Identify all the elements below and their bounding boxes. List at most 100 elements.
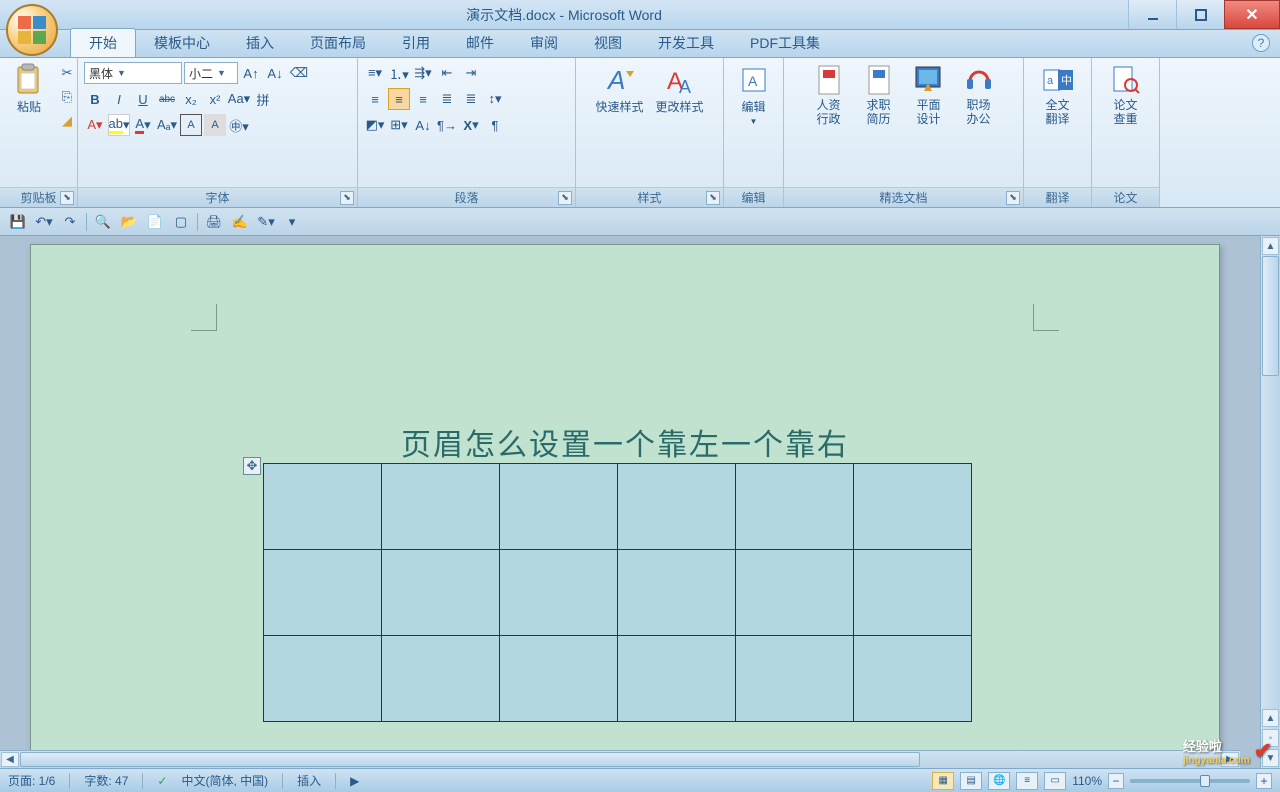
tab-templates[interactable]: 模板中心 xyxy=(136,29,228,57)
tab-home[interactable]: 开始 xyxy=(70,28,136,57)
qat-pen-button[interactable]: ✎▾ xyxy=(256,212,276,232)
qat-open-button[interactable]: 📂 xyxy=(119,212,139,232)
vertical-scrollbar[interactable]: ▲ ▲ ◦ ▼ xyxy=(1260,236,1280,768)
tab-dev[interactable]: 开发工具 xyxy=(640,29,732,57)
styles-launcher[interactable]: ⬊ xyxy=(706,191,720,205)
draft-view[interactable]: ▭ xyxy=(1044,772,1066,790)
zoom-value[interactable]: 110% xyxy=(1072,774,1102,788)
align-right-button[interactable]: ≡ xyxy=(412,88,434,110)
strike-button[interactable]: abc xyxy=(156,88,178,110)
h-scroll-thumb[interactable] xyxy=(20,752,920,767)
translate-button[interactable]: a中全文 翻译 xyxy=(1035,62,1081,129)
prev-page-button[interactable]: ▲ xyxy=(1262,709,1279,727)
decrease-indent-button[interactable]: ⇤ xyxy=(436,62,458,84)
phonetic-button[interactable]: 拼 xyxy=(252,88,274,110)
spell-check-icon[interactable]: ✓ xyxy=(157,774,167,788)
show-marks-button[interactable]: ¶ xyxy=(484,114,506,136)
char-scale-button[interactable]: Aₐ▾ xyxy=(156,114,178,136)
minimize-button[interactable] xyxy=(1128,0,1176,29)
grow-font-button[interactable]: A↑ xyxy=(240,62,262,84)
clipboard-launcher[interactable]: ⬊ xyxy=(60,191,74,205)
save-button[interactable]: 💾 xyxy=(8,212,28,232)
qat-blank-button[interactable]: ▢ xyxy=(171,212,191,232)
font-color-button[interactable]: A▾ xyxy=(132,114,154,136)
superscript-button[interactable]: x² xyxy=(204,88,226,110)
distribute-button[interactable]: ≣ xyxy=(460,88,482,110)
qat-brush-button[interactable]: ✍ xyxy=(230,212,250,232)
qat-print-button[interactable]: 🖨 xyxy=(204,212,224,232)
multilevel-button[interactable]: ⇶▾ xyxy=(412,62,434,84)
tab-references[interactable]: 引用 xyxy=(384,29,448,57)
font-size-combo[interactable]: 小二▼ xyxy=(184,62,238,84)
print-layout-view[interactable]: ▦ xyxy=(932,772,954,790)
text-effects-button[interactable]: A▾ xyxy=(84,114,106,136)
enclose-char-button[interactable]: ㊥▾ xyxy=(228,114,250,136)
font-name-combo[interactable]: 黑体▼ xyxy=(84,62,182,84)
bullets-button[interactable]: ≡▾ xyxy=(364,62,386,84)
paste-button[interactable]: 粘贴 xyxy=(6,62,52,117)
table-move-handle[interactable]: ✥ xyxy=(243,457,261,475)
language-indicator[interactable]: 中文(简体, 中国) xyxy=(181,772,268,789)
close-button[interactable]: ✕ xyxy=(1224,0,1280,29)
tab-pdf[interactable]: PDF工具集 xyxy=(732,29,838,57)
tab-layout[interactable]: 页面布局 xyxy=(292,29,384,57)
qat-preview-button[interactable]: 🔍 xyxy=(93,212,113,232)
sort-button[interactable]: A↓ xyxy=(412,114,434,136)
zoom-slider[interactable] xyxy=(1130,779,1250,783)
document-area[interactable]: 页眉怎么设置一个靠左一个靠右 ✥ ◀ ▶ xyxy=(0,236,1260,768)
char-shading-button[interactable]: A xyxy=(204,114,226,136)
clear-format-button[interactable]: ⌫ xyxy=(288,62,310,84)
numbering-button[interactable]: ⒈▾ xyxy=(388,62,410,84)
web-view[interactable]: 🌐 xyxy=(988,772,1010,790)
quick-styles-button[interactable]: A 快速样式 xyxy=(591,62,647,117)
page-indicator[interactable]: 页面: 1/6 xyxy=(8,772,55,789)
copy-button[interactable]: ⎘ xyxy=(56,86,78,108)
change-case-button[interactable]: Aa▾ xyxy=(228,88,250,110)
zoom-out-button[interactable]: − xyxy=(1108,773,1124,789)
zoom-in-button[interactable]: + xyxy=(1256,773,1272,789)
document-table[interactable] xyxy=(263,463,972,722)
shading-button[interactable]: ◩▾ xyxy=(364,114,386,136)
word-count[interactable]: 字数: 47 xyxy=(84,772,128,789)
bold-button[interactable]: B xyxy=(84,88,106,110)
ltr-button[interactable]: ¶→ xyxy=(436,114,458,136)
borders-button[interactable]: ⊞▾ xyxy=(388,114,410,136)
zoom-slider-knob[interactable] xyxy=(1200,775,1210,787)
line-spacing-button[interactable]: ↕▾ xyxy=(484,88,506,110)
design-button[interactable]: 平面 设计 xyxy=(906,62,952,129)
justify-button[interactable]: ≣ xyxy=(436,88,458,110)
office-docs-button[interactable]: 职场 办公 xyxy=(956,62,1002,129)
text-direction-button[interactable]: X▾ xyxy=(460,114,482,136)
redo-button[interactable]: ↷ xyxy=(60,212,80,232)
highlight-button[interactable]: ab▾ xyxy=(108,114,130,136)
hr-docs-button[interactable]: 人资 行政 xyxy=(806,62,852,129)
thesis-check-button[interactable]: 论文 查重 xyxy=(1103,62,1149,129)
paragraph-launcher[interactable]: ⬊ xyxy=(558,191,572,205)
horizontal-scrollbar[interactable]: ◀ ▶ xyxy=(0,750,1240,768)
help-button[interactable]: ? xyxy=(1252,34,1270,52)
cut-button[interactable]: ✂ xyxy=(56,62,78,84)
edit-button[interactable]: A 编辑▼ xyxy=(731,62,777,128)
maximize-button[interactable] xyxy=(1176,0,1224,29)
tab-mail[interactable]: 邮件 xyxy=(448,29,512,57)
tab-review[interactable]: 审阅 xyxy=(512,29,576,57)
align-center-button[interactable]: ≡ xyxy=(388,88,410,110)
fullscreen-view[interactable]: ▤ xyxy=(960,772,982,790)
subscript-button[interactable]: x₂ xyxy=(180,88,202,110)
docs-launcher[interactable]: ⬊ xyxy=(1006,191,1020,205)
office-button[interactable] xyxy=(6,4,58,56)
qat-more-button[interactable]: ▾ xyxy=(282,212,302,232)
tab-view[interactable]: 视图 xyxy=(576,29,640,57)
shrink-font-button[interactable]: A↓ xyxy=(264,62,286,84)
italic-button[interactable]: I xyxy=(108,88,130,110)
insert-mode[interactable]: 插入 xyxy=(297,772,321,789)
undo-button[interactable]: ↶▾ xyxy=(34,212,54,232)
resume-button[interactable]: 求职 简历 xyxy=(856,62,902,129)
font-launcher[interactable]: ⬊ xyxy=(340,191,354,205)
underline-button[interactable]: U xyxy=(132,88,154,110)
change-styles-button[interactable]: AA 更改样式 xyxy=(652,62,708,117)
increase-indent-button[interactable]: ⇥ xyxy=(460,62,482,84)
macro-icon[interactable]: ▶ xyxy=(350,774,359,788)
v-scroll-thumb[interactable] xyxy=(1262,256,1279,376)
align-left-button[interactable]: ≡ xyxy=(364,88,386,110)
